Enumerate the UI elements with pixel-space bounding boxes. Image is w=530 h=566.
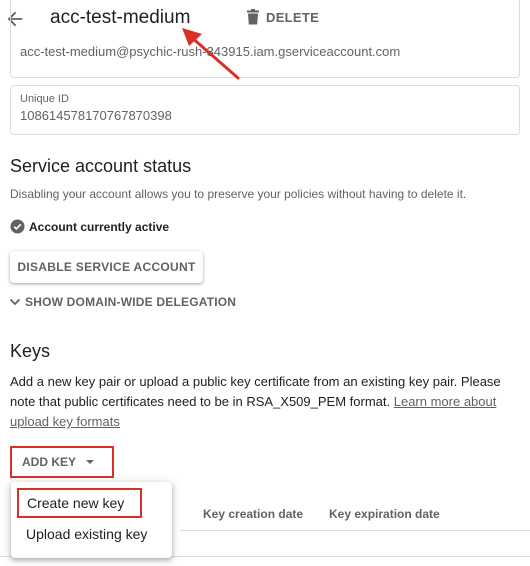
table-divider bbox=[180, 530, 530, 531]
unique-id-label: Unique ID bbox=[20, 93, 69, 105]
add-key-label: ADD KEY bbox=[22, 455, 77, 469]
keys-description: Add a new key pair or upload a public ke… bbox=[10, 372, 515, 432]
delegation-label: SHOW DOMAIN-WIDE DELEGATION bbox=[25, 295, 237, 309]
column-key-expiration-date: Key expiration date bbox=[329, 507, 440, 521]
annotation-arrow-icon bbox=[182, 28, 240, 80]
menu-item-upload-existing-key[interactable]: Upload existing key bbox=[26, 526, 147, 542]
column-key-creation-date: Key creation date bbox=[203, 507, 304, 521]
active-status-text: Account currently active bbox=[29, 219, 170, 234]
unique-id-value: 108614578170767870398 bbox=[20, 108, 172, 123]
status-section-title: Service account status bbox=[10, 156, 192, 176]
keys-section-title: Keys bbox=[10, 341, 51, 361]
account-active-indicator: Account currently active bbox=[10, 219, 169, 234]
check-circle-icon bbox=[10, 219, 25, 234]
status-description: Disabling your account allows you to pre… bbox=[10, 187, 467, 201]
add-key-button[interactable]: ADD KEY bbox=[10, 446, 114, 478]
disable-service-account-button[interactable]: DISABLE SERVICE ACCOUNT bbox=[10, 251, 203, 283]
show-delegation-toggle[interactable]: SHOW DOMAIN-WIDE DELEGATION bbox=[9, 295, 236, 309]
email-field bbox=[10, 0, 520, 78]
chevron-down-icon bbox=[9, 298, 21, 306]
menu-item-create-new-key[interactable]: Create new key bbox=[17, 488, 142, 518]
caret-down-icon bbox=[86, 460, 95, 464]
